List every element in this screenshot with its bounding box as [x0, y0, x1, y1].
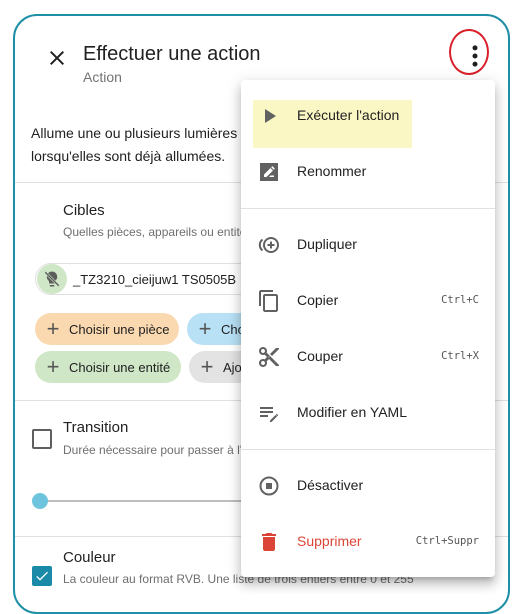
- targets-help: Quelles pièces, appareils ou entités: [63, 225, 253, 239]
- add-label-label: Ajo: [223, 359, 242, 375]
- stop-circle-icon: [259, 476, 279, 496]
- plus-icon: +: [46, 316, 60, 341]
- menu-item-label: Supprimer: [297, 533, 362, 549]
- annotation-circle: [449, 29, 489, 75]
- shortcut-label: Ctrl+X: [441, 350, 479, 362]
- menu-item-rename[interactable]: Renommer: [241, 144, 495, 200]
- device-chip[interactable]: _TZ3210_cieijuw1 TS0505B ×: [35, 263, 275, 295]
- choose-entity-button[interactable]: + Choisir une entité: [35, 351, 181, 383]
- plus-icon: +: [200, 354, 214, 379]
- menu-item-label: Modifier en YAML: [297, 404, 407, 420]
- lightbulb-off-icon: [37, 264, 67, 294]
- play-icon: [265, 109, 276, 123]
- choose-entity-label: Choisir une entité: [69, 359, 171, 375]
- rename-icon: [260, 163, 278, 181]
- transition-help: Durée nécessaire pour passer à l'é: [63, 443, 249, 457]
- transition-slider-handle[interactable]: [32, 493, 48, 509]
- check-icon: [36, 571, 48, 581]
- menu-item-cut[interactable]: Couper Ctrl+X: [241, 329, 495, 385]
- menu-item-copy[interactable]: Copier Ctrl+C: [241, 273, 495, 329]
- menu-item-label: Désactiver: [297, 477, 364, 493]
- duplicate-icon: [258, 237, 279, 253]
- edit-text-icon: [260, 407, 279, 422]
- plus-icon: +: [46, 354, 60, 379]
- divider: [241, 208, 495, 209]
- choose-room-label: Choisir une pièce: [69, 321, 170, 337]
- menu-item-label: Copier: [297, 292, 339, 308]
- copy-icon: [259, 290, 278, 312]
- menu-item-label: Renommer: [297, 163, 367, 179]
- menu-item-edit-yaml[interactable]: Modifier en YAML: [241, 385, 495, 441]
- dialog-title: Effectuer une action: [83, 43, 261, 65]
- color-title: Couleur: [63, 549, 116, 566]
- menu-item-label: Dupliquer: [297, 236, 357, 252]
- transition-title: Transition: [63, 419, 129, 436]
- shortcut-label: Ctrl+Suppr: [415, 535, 479, 547]
- close-icon[interactable]: [45, 46, 69, 70]
- menu-item-duplicate[interactable]: Dupliquer: [241, 217, 495, 273]
- menu-item-disable[interactable]: Désactiver: [241, 458, 495, 514]
- shortcut-label: Ctrl+C: [441, 294, 479, 306]
- divider: [241, 449, 495, 450]
- device-chip-label: _TZ3210_cieijuw1 TS0505B: [73, 271, 237, 287]
- color-checkbox[interactable]: [32, 566, 52, 586]
- trash-icon: [262, 533, 276, 551]
- dialog-subtitle: Action: [83, 69, 122, 85]
- scissors-icon: [259, 347, 279, 367]
- plus-icon: +: [198, 316, 212, 341]
- choose-room-button[interactable]: + Choisir une pièce: [35, 313, 179, 345]
- menu-item-label: Exécuter l'action: [297, 107, 400, 123]
- overflow-menu: Exécuter l'action Renommer Dupliquer Cop…: [241, 80, 495, 577]
- transition-slider-track[interactable]: [39, 500, 259, 502]
- targets-title: Cibles: [63, 202, 105, 219]
- menu-item-label: Couper: [297, 348, 343, 364]
- menu-item-delete[interactable]: Supprimer Ctrl+Suppr: [241, 514, 495, 570]
- menu-item-run-action[interactable]: Exécuter l'action: [241, 88, 495, 148]
- transition-checkbox[interactable]: [32, 429, 52, 449]
